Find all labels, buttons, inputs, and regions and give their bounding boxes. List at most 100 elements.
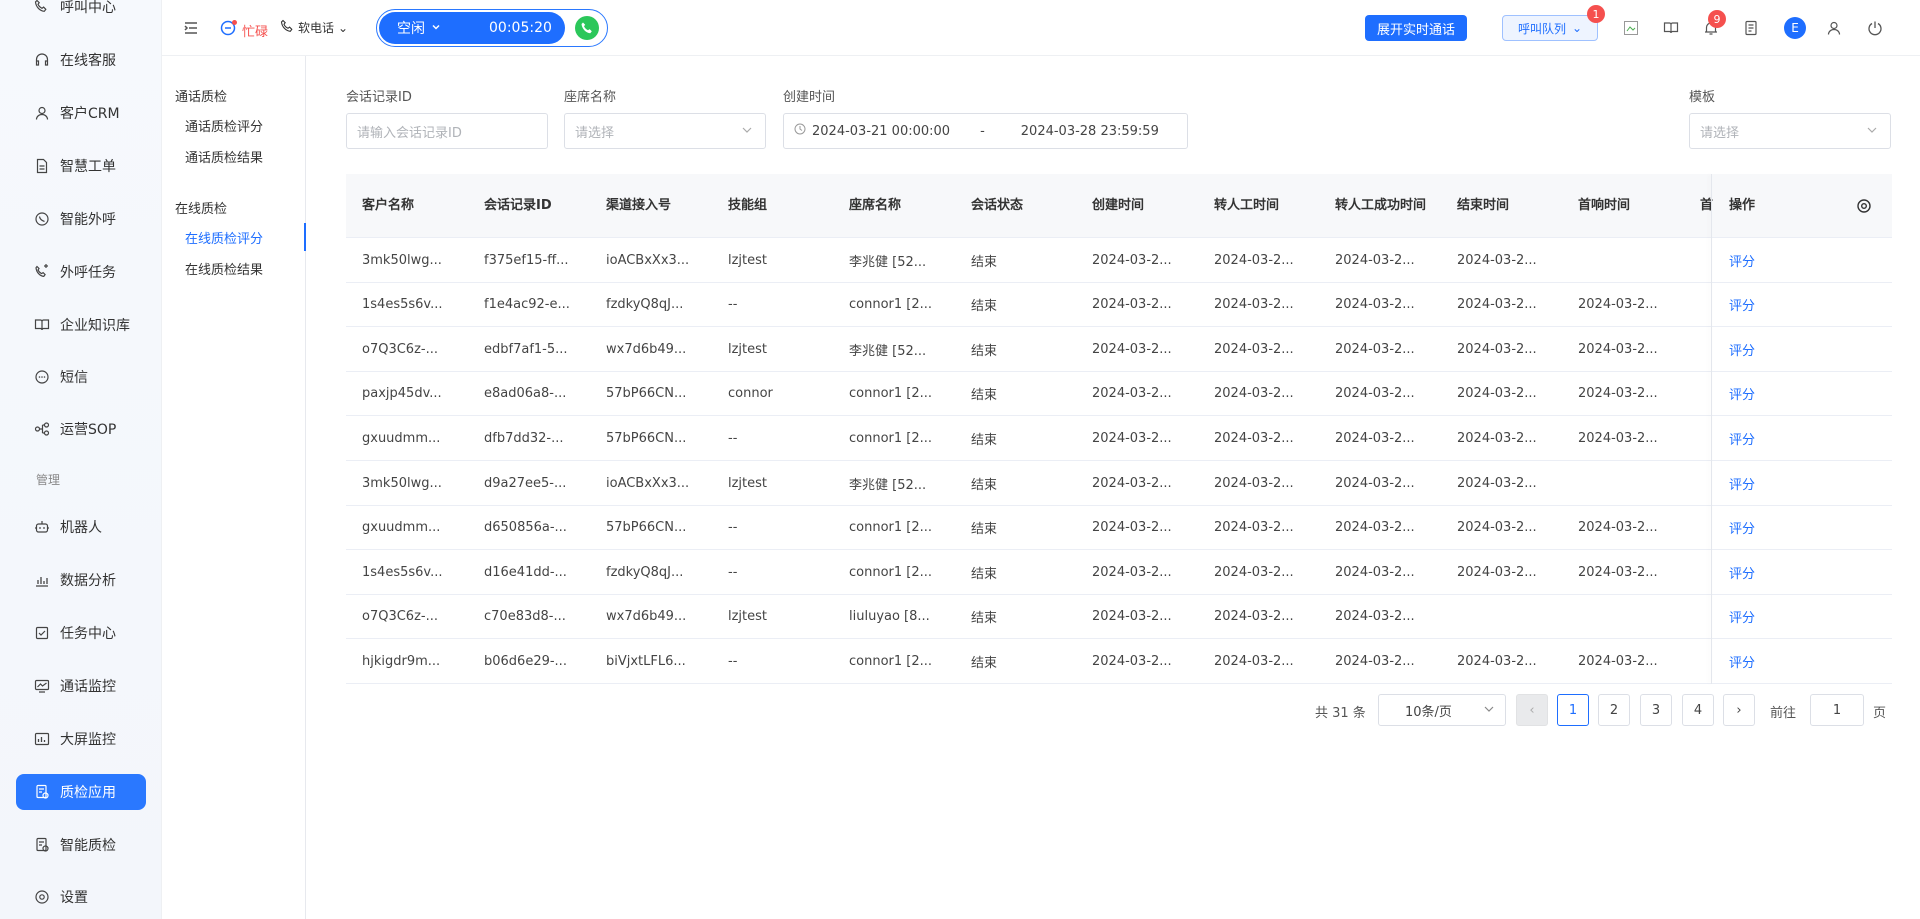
subnav-item-online-qc-score[interactable]: 在线质检评分 [185,228,263,247]
total-count: 共 31 条 [1315,706,1366,721]
table-cell: 2024-03-2... [1092,609,1172,625]
broken-image-icon[interactable] [1622,19,1640,37]
column-header: 转人工时间 [1214,198,1280,213]
score-link[interactable]: 评分 [1729,372,1755,416]
subnav-item-online-qc-result[interactable]: 在线质检结果 [185,259,263,278]
score-link[interactable]: 评分 [1729,416,1755,460]
table-cell: connor1 [2... [849,297,933,313]
score-link[interactable]: 评分 [1729,327,1755,371]
table-cell: ioACBxXx3... [606,475,690,491]
table-row: 1s4es5s6v... f1e4ac92-e... fzdkyQ8qJ... -- c… [346,283,1892,328]
document-icon[interactable] [1742,19,1760,37]
score-link[interactable]: 评分 [1729,506,1755,550]
created-time-range-picker[interactable]: 2024-03-21 00:00:00 - 2024-03-28 23:59:5… [783,113,1188,149]
sidebar-item-robot[interactable]: 机器人 [16,509,146,545]
phone-mode-select[interactable]: 软电话 ⌄ [280,19,348,36]
table-cell: 2024-03-2... [1457,564,1537,580]
score-link[interactable]: 评分 [1729,550,1755,594]
sidebar-item-flow[interactable]: 运营SOP [16,411,146,447]
table-row: paxjp45dv... e8ad06a8-... 57bP66CN... conno… [346,372,1892,417]
table-cell: 2024-03-2... [1335,430,1415,446]
sidebar-item-phone[interactable]: 呼叫中心 [16,0,146,25]
column-header: 创建时间 [1092,198,1145,213]
avatar[interactable]: E [1784,17,1806,39]
table-cell: 李兆健 [52... [849,477,927,493]
agent-status[interactable]: 忙碌 [220,19,268,41]
table-cell: 结束 [971,566,998,582]
table-cell: 2024-03-2... [1335,475,1415,491]
table-cell: 结束 [971,522,998,538]
table-cell: 2024-03-2... [1457,475,1537,491]
sidebar-item-label: 企业知识库 [60,318,130,334]
table-cell: hjkigdr9m... [362,653,441,669]
template-select[interactable]: 请选择 [1689,113,1891,149]
table-cell: 2024-03-2... [1457,341,1537,357]
score-link[interactable]: 评分 [1729,461,1755,505]
table-row: gxuudmm... d650856a-... 57bP66CN... -- conno… [346,506,1892,551]
collapse-menu-icon[interactable] [182,19,200,37]
page-4-button[interactable]: 4 [1682,694,1714,726]
next-page-button[interactable]: › [1723,694,1755,726]
sidebar-item-qc-app[interactable]: 质检应用 [16,774,146,810]
call-state-select[interactable]: 空闲 [397,18,441,38]
score-link[interactable]: 评分 [1729,283,1755,327]
score-link[interactable]: 评分 [1729,595,1755,639]
call-queue-select[interactable]: 呼叫队列 ⌄ [1502,15,1598,41]
sidebar-item-whatsapp[interactable]: 智能外呼 [16,201,146,237]
sidebar-item-sms[interactable]: 短信 [16,359,146,395]
sidebar-item-label: 外呼任务 [60,265,116,281]
table-cell: 2024-03-2... [1578,520,1658,536]
score-link[interactable]: 评分 [1729,639,1755,683]
column-header: 会话记录ID [484,198,552,213]
subnav-item-call-qc-result[interactable]: 通话质检结果 [185,147,263,166]
book-icon [34,317,50,333]
table-cell: 2024-03-2... [1457,430,1537,446]
queue-badge: 1 [1587,5,1605,23]
column-settings-gear-icon[interactable] [1856,198,1872,214]
power-icon[interactable] [1866,19,1884,37]
sidebar-item-bar-chart[interactable]: 数据分析 [16,562,146,598]
table-cell: connor1 [2... [849,653,933,669]
dashboard-icon [34,731,50,747]
page-1-button[interactable]: 1 [1557,694,1589,726]
agent-placeholder: 请选择 [575,125,615,141]
page-3-button[interactable]: 3 [1640,694,1672,726]
goto-page-input[interactable]: 1 [1810,694,1864,726]
score-link[interactable]: 评分 [1729,238,1755,282]
created-start: 2024-03-21 00:00:00 [812,123,951,139]
book-icon[interactable] [1662,19,1680,37]
table-cell: 2024-03-2... [1214,430,1294,446]
sidebar-item-ticket[interactable]: 智慧工单 [16,148,146,184]
table-cell: 2024-03-2... [1335,653,1415,669]
user-icon[interactable] [1825,19,1843,37]
subnav-item-call-qc-score[interactable]: 通话质检评分 [185,116,263,135]
page-2-button[interactable]: 2 [1598,694,1630,726]
sidebar-item-settings[interactable]: 设置 [16,879,146,915]
sidebar-item-label: 机器人 [60,520,102,536]
sidebar-item-phone-task[interactable]: 外呼任务 [16,254,146,290]
prev-page-button[interactable]: ‹ [1516,694,1548,726]
clock-icon [794,123,806,139]
session-id-input[interactable]: 请输入会话记录ID [346,113,548,149]
sidebar-item-task[interactable]: 任务中心 [16,615,146,651]
sidebar-item-user[interactable]: 客户CRM [16,95,146,131]
table-cell: 2024-03-2... [1578,564,1658,580]
sidebar-item-headset[interactable]: 在线客服 [16,42,146,78]
range-separator: - [980,123,985,139]
expand-realtime-call-button[interactable]: 展开实时通话 [1365,15,1468,41]
table-cell: 3mk50lwg... [362,252,442,268]
task-icon [34,625,50,641]
table-cell: 结束 [971,299,998,315]
table-cell: 2024-03-2... [1092,252,1172,268]
sidebar-item-book[interactable]: 企业知识库 [16,307,146,343]
dial-button[interactable] [575,16,599,40]
sidebar-item-label: 设置 [60,890,88,906]
sidebar-item-smart-qc[interactable]: 智能质检 [16,827,146,863]
table-cell: 57bP66CN... [606,520,687,536]
agent-name-select[interactable]: 请选择 [564,113,766,149]
table-cell: liuluyao [8... [849,609,930,625]
table-cell: f1e4ac92-e... [484,297,570,313]
page-size-select[interactable]: 10条/页 [1378,694,1506,726]
table-cell: 2024-03-2... [1335,564,1415,580]
table-row: o7Q3C6z-... c70e83d8-... wx7d6b49... lzjtes… [346,595,1892,640]
